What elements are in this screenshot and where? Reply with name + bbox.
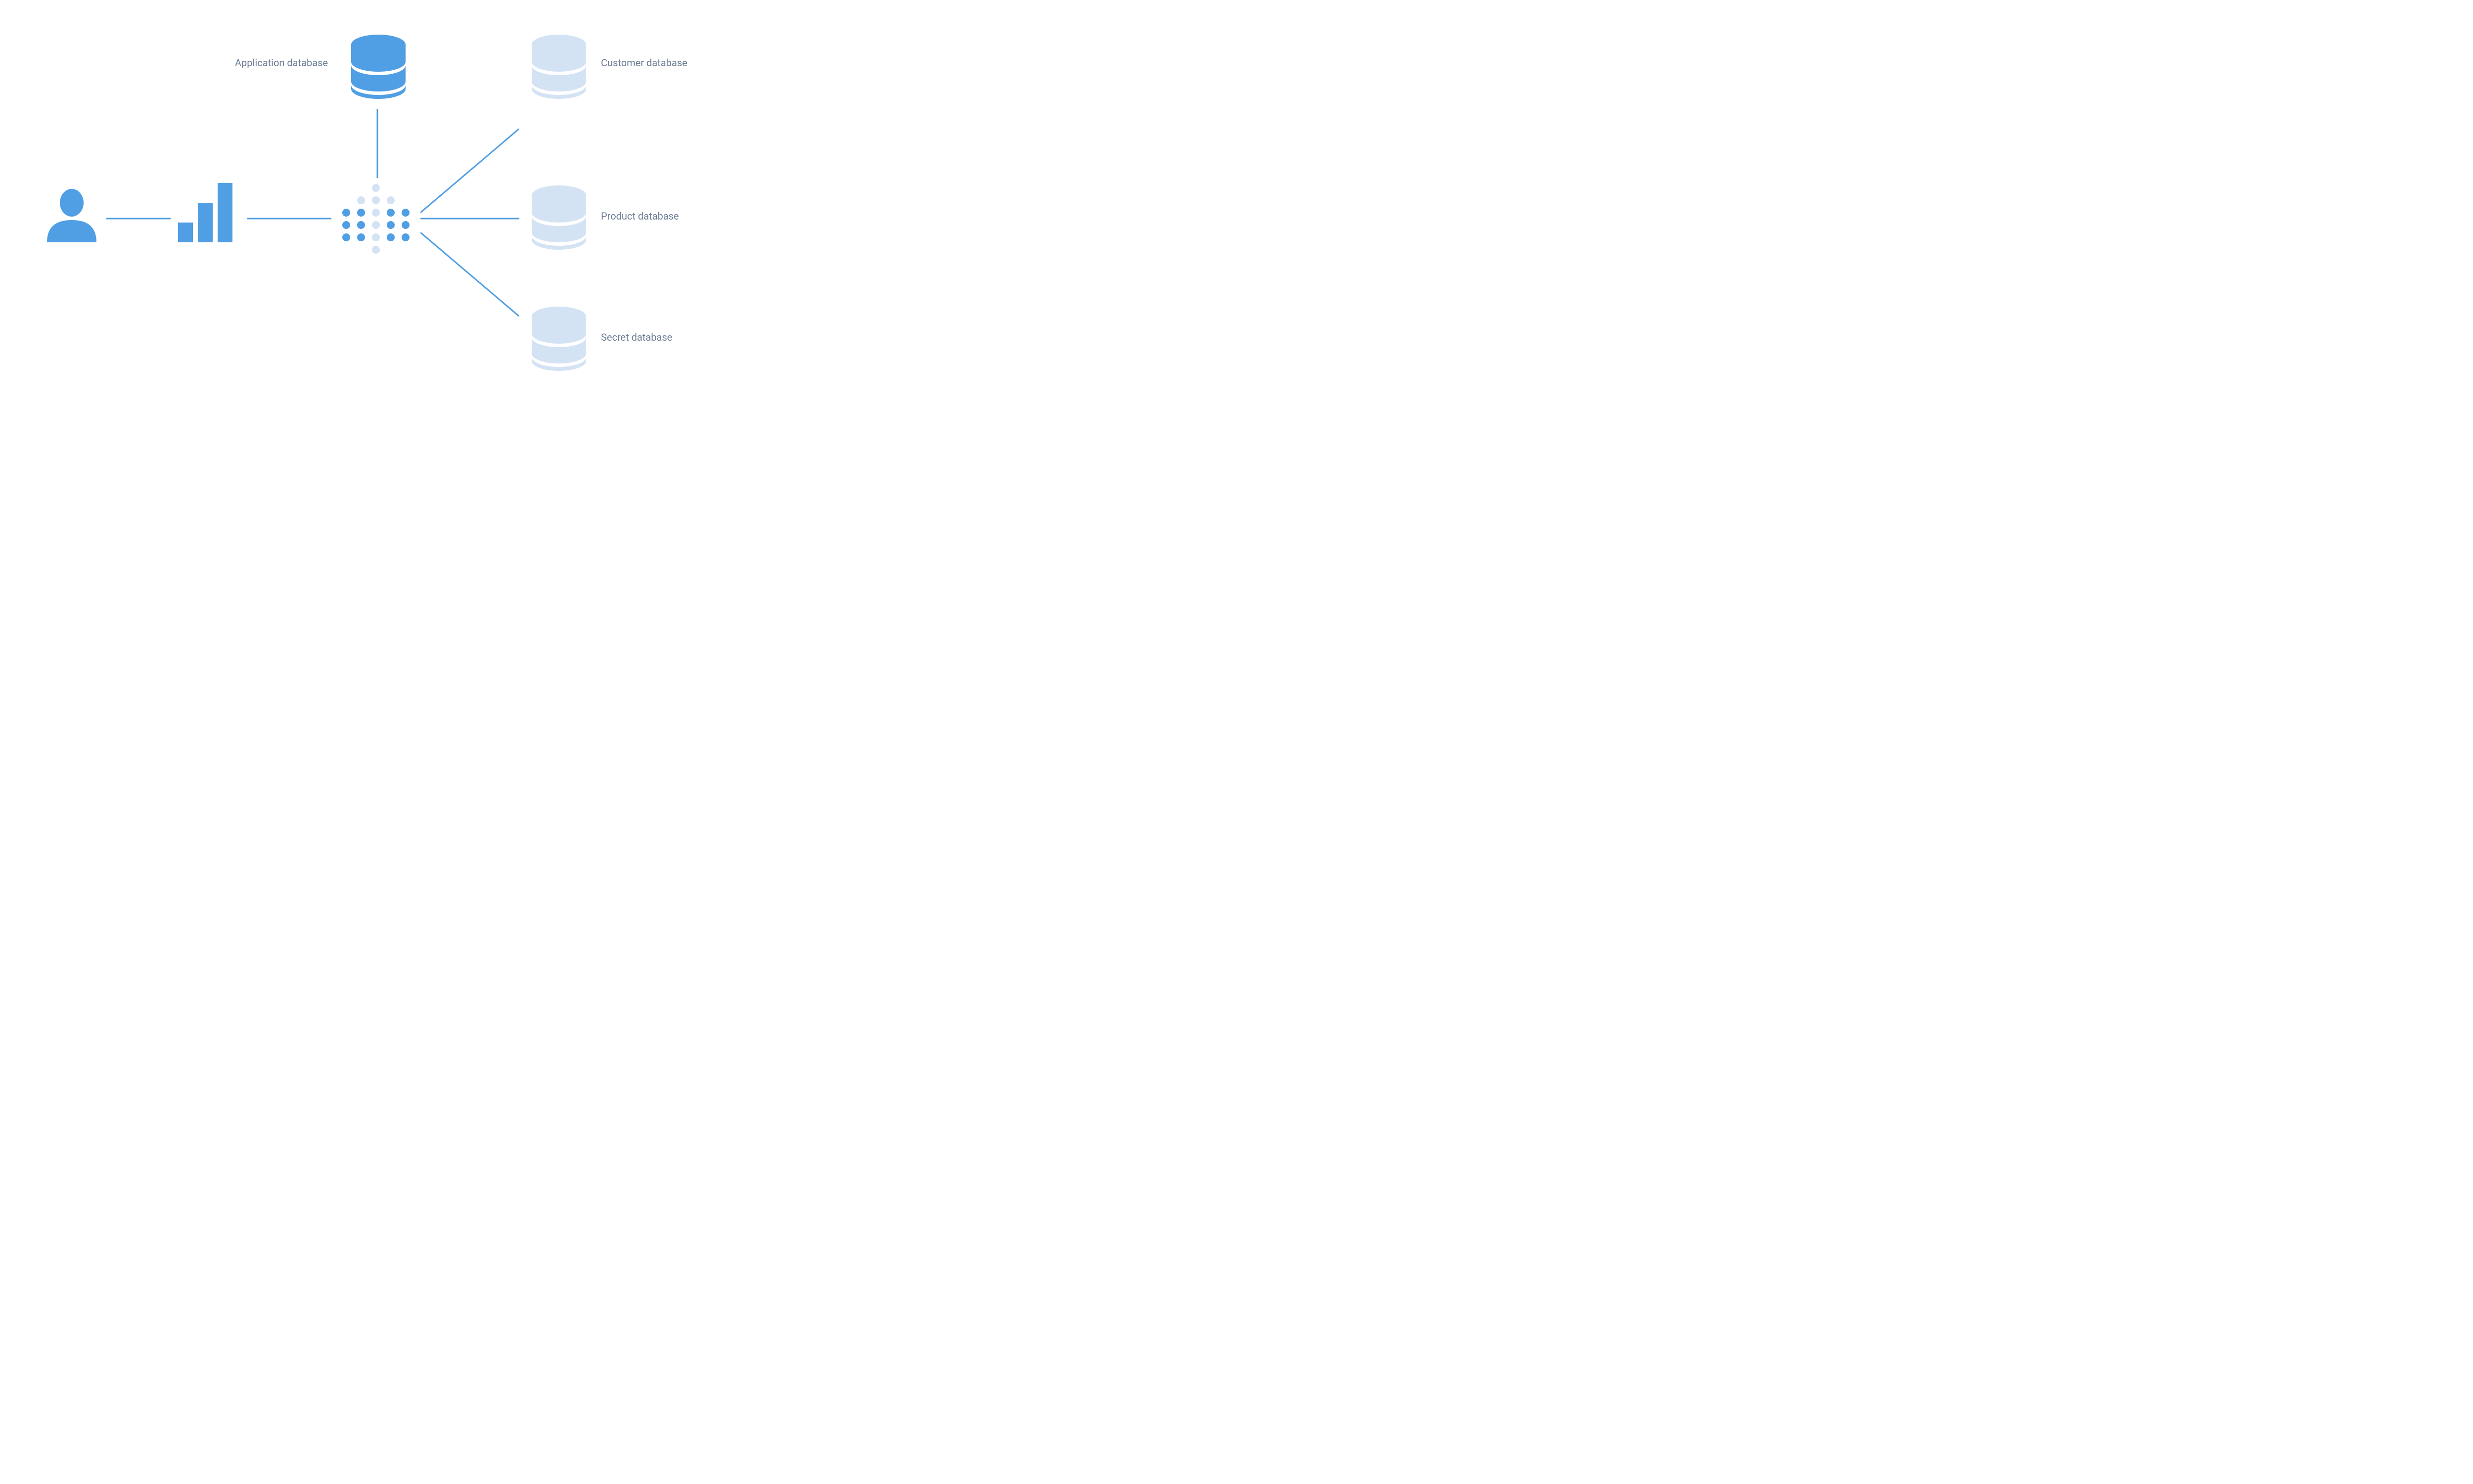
connector-line bbox=[247, 218, 331, 220]
connector-line bbox=[370, 109, 385, 178]
database-icon-faded bbox=[532, 185, 586, 250]
connector-line bbox=[420, 218, 519, 220]
secret-database-label: Secret database bbox=[601, 331, 672, 343]
customer-database-label: Customer database bbox=[601, 57, 687, 69]
database-icon bbox=[351, 35, 406, 99]
connector-line bbox=[420, 129, 519, 213]
metabase-logo-icon bbox=[341, 183, 411, 260]
application-database-label: Application database bbox=[235, 57, 328, 69]
bar-chart-icon bbox=[178, 178, 237, 242]
connector-line bbox=[420, 232, 519, 316]
database-icon-faded bbox=[532, 35, 586, 99]
database-icon-faded bbox=[532, 307, 586, 371]
product-database-label: Product database bbox=[601, 210, 679, 222]
user-icon bbox=[47, 188, 96, 242]
connector-line bbox=[106, 218, 171, 220]
architecture-diagram: Application database Customer database P… bbox=[0, 0, 722, 376]
